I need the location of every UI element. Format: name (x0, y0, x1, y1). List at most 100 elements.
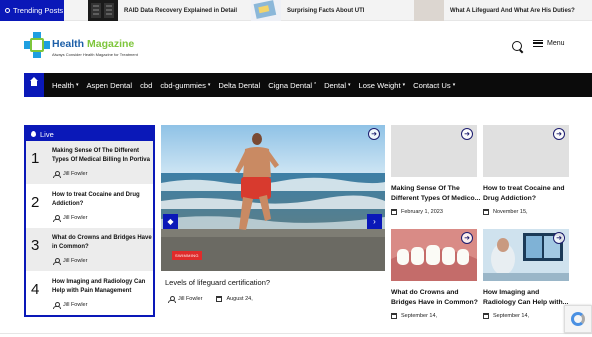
trending-label-text: Trending Posts (13, 6, 64, 15)
calendar-icon (391, 209, 397, 215)
arrow-circle-icon[interactable]: ➜ (461, 128, 473, 140)
trending-item[interactable]: What A Lifeguard And What Are His Duties… (414, 0, 575, 21)
nav-item-sup: * (314, 82, 317, 88)
hamburger-icon (533, 40, 543, 47)
nav-item-label: cbd-gummies (160, 80, 206, 90)
next-arrow-icon[interactable]: › (367, 214, 382, 229)
chevron-down-icon: ▾ (452, 82, 456, 88)
nav-item-label: Dental (324, 80, 347, 90)
card-title[interactable]: How to treat Cocaine and Drug Addiction? (483, 184, 573, 204)
live-item[interactable]: 1 Making Sense Of The Different Types Of… (26, 141, 153, 185)
featured-author[interactable]: Jill Fowler (178, 296, 202, 302)
prev-arrow-icon[interactable]: ◆ (163, 214, 178, 229)
chevron-down-icon: ▾ (348, 82, 351, 88)
logo-tagline: Always Consider Health Magazine for Trea… (52, 52, 138, 57)
nav-item-label: Health (52, 80, 74, 90)
card-meta: September 14, (483, 313, 529, 319)
live-item-title[interactable]: What do Crowns and Bridges Have in Commo… (52, 234, 152, 252)
live-item-author[interactable]: Jill Fowler (53, 214, 87, 222)
site-logo[interactable]: Health Magazine Always Consider Health M… (24, 32, 142, 64)
calendar-icon (391, 313, 397, 319)
card-date: September 14, (401, 313, 438, 319)
trending-bar: Trending Posts RAID Data Recovery Explai… (0, 0, 592, 21)
live-item-title[interactable]: How Imaging and Radiology Can Help with … (52, 278, 152, 296)
nav-item-label: Delta Dental (218, 80, 261, 90)
author-name[interactable]: Jill Fowler (63, 258, 87, 264)
card-meta: February 1, 2023 (391, 209, 443, 215)
calendar-icon (483, 209, 489, 215)
recaptcha-icon (571, 312, 585, 326)
main-nav: Health ▾ Aspen Dental cbd cbd-gummies ▾ Delta … (24, 73, 592, 97)
trending-icon (5, 8, 10, 13)
author-name[interactable]: Jill Fowler (63, 302, 87, 308)
logo-title-accent: Magazine (87, 38, 135, 50)
nav-item[interactable]: cbd-gummies ▾ (156, 81, 214, 90)
live-heading: Live (40, 129, 54, 139)
live-item-number: 1 (31, 150, 40, 167)
card-meta: November 15, (483, 209, 528, 215)
nav-item-label: cbd (140, 80, 153, 90)
author-name[interactable]: Jill Fowler (63, 215, 87, 221)
calendar-icon (216, 296, 223, 302)
featured-meta: Jill Fowler August 24, (168, 296, 253, 303)
user-icon (168, 296, 176, 303)
author-name[interactable]: Jill Fowler (63, 171, 87, 177)
nav-item[interactable]: Dental ▾ (320, 81, 354, 90)
home-icon (29, 77, 39, 89)
live-item-author[interactable]: Jill Fowler (53, 171, 87, 178)
card-date: September 14, (493, 313, 530, 319)
trending-item-title[interactable]: Surprising Facts About UTI (287, 8, 364, 14)
trending-item-title[interactable]: RAID Data Recovery Explained in Detail (124, 8, 237, 14)
trending-item-title[interactable]: What A Lifeguard And What Are His Duties… (450, 8, 575, 14)
category-badge[interactable]: SWIMMING (172, 251, 202, 260)
nav-item[interactable]: Aspen Dental (82, 81, 136, 90)
menu-button[interactable]: Menu (533, 40, 565, 47)
featured-image[interactable] (161, 125, 385, 271)
nav-item[interactable]: Delta Dental (214, 81, 264, 90)
live-item-title[interactable]: How to treat Cocaine and Drug Addiction? (52, 191, 152, 209)
trending-thumbnail (88, 0, 118, 21)
logo-title: Health Magazine (52, 38, 134, 50)
nav-item[interactable]: Contact Us ▾ (409, 81, 459, 90)
card-title[interactable]: Making Sense Of The Different Types Of M… (391, 184, 481, 204)
logo-title-main: Health (52, 38, 88, 50)
trending-item[interactable]: Surprising Facts About UTI (251, 0, 364, 21)
nav-item[interactable]: cbd (136, 81, 156, 90)
menu-label: Menu (547, 40, 565, 47)
nav-item-label: Cigna Dental (268, 80, 313, 90)
trending-label: Trending Posts (0, 0, 64, 21)
card-date: November 15, (493, 209, 528, 215)
divider (0, 333, 592, 334)
card-title[interactable]: How Imaging and Radiology Can Help with.… (483, 288, 573, 308)
live-item[interactable]: 4 How Imaging and Radiology Can Help wit… (26, 272, 153, 315)
calendar-icon (483, 313, 489, 319)
featured-title[interactable]: Levels of lifeguard certification? (165, 278, 270, 287)
live-item-author[interactable]: Jill Fowler (53, 301, 87, 309)
live-item[interactable]: 3 What do Crowns and Bridges Have in Com… (26, 228, 153, 272)
arrow-circle-icon[interactable]: ➜ (461, 232, 473, 244)
chevron-down-icon: ▾ (207, 82, 211, 88)
nav-item[interactable]: Lose Weight ▾ (355, 81, 410, 90)
nav-item[interactable]: Health ▾ (48, 81, 82, 90)
arrow-circle-icon[interactable]: ➜ (553, 232, 565, 244)
live-panel: Live 1 Making Sense Of The Different Typ… (24, 125, 155, 317)
card-title[interactable]: What do Crowns and Bridges Have in Commo… (391, 288, 481, 308)
live-item-number: 4 (31, 280, 40, 298)
nav-item[interactable]: Cigna Dental * (264, 81, 320, 90)
live-item[interactable]: 2 How to treat Cocaine and Drug Addictio… (26, 185, 153, 228)
arrow-circle-icon[interactable]: ➜ (368, 128, 380, 140)
home-button[interactable] (24, 73, 44, 97)
live-item-title[interactable]: Making Sense Of The Different Types Of M… (52, 147, 152, 165)
live-item-author[interactable]: Jill Fowler (53, 258, 87, 265)
live-header: Live (26, 127, 153, 141)
nav-item-label: Contact Us (413, 80, 451, 90)
arrow-circle-icon[interactable]: ➜ (553, 128, 565, 140)
chevron-down-icon: ▾ (402, 82, 406, 88)
trending-thumbnail (414, 0, 444, 21)
recaptcha-badge[interactable] (564, 305, 592, 333)
featured-date: August 24, (226, 296, 253, 302)
logo-cross-icon (24, 32, 50, 58)
trending-item[interactable]: RAID Data Recovery Explained in Detail (88, 0, 237, 21)
search-icon[interactable] (512, 41, 522, 51)
card-date: February 1, 2023 (401, 209, 443, 215)
